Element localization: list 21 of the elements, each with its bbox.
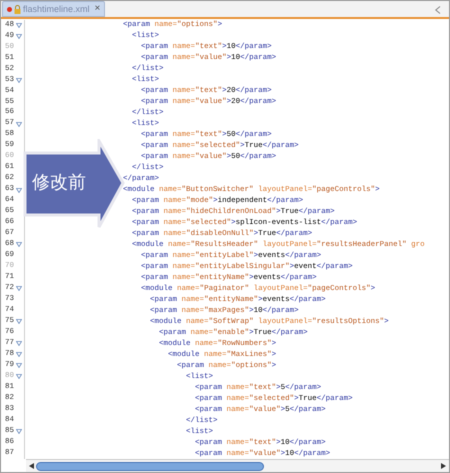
fold-icon[interactable] — [16, 78, 22, 83]
close-button[interactable]: × — [94, 4, 100, 14]
fold-icon[interactable] — [16, 286, 22, 292]
fold-icon[interactable] — [16, 188, 22, 193]
callout-text: 修改前 — [32, 173, 86, 191]
fold-icon[interactable] — [16, 122, 22, 127]
fold-icon[interactable] — [16, 341, 22, 346]
fold-icon[interactable] — [16, 319, 22, 324]
fold-icon[interactable] — [16, 374, 22, 379]
fold-icon[interactable] — [16, 428, 22, 434]
editor-tab[interactable]: flashtimeline.xml × — [2, 1, 106, 17]
scroll-right-icon[interactable] — [441, 463, 446, 469]
fold-icon[interactable] — [16, 363, 22, 368]
collapse-icon[interactable] — [435, 6, 441, 14]
horizontal-scrollbar[interactable] — [26, 459, 449, 472]
fold-icon[interactable] — [16, 34, 22, 39]
fold-icon[interactable] — [16, 242, 22, 248]
scroll-left-icon[interactable] — [29, 463, 34, 469]
fold-icon[interactable] — [16, 352, 22, 358]
fold-icon[interactable] — [16, 22, 22, 28]
tab-title: flashtimeline.xml — [23, 4, 90, 14]
